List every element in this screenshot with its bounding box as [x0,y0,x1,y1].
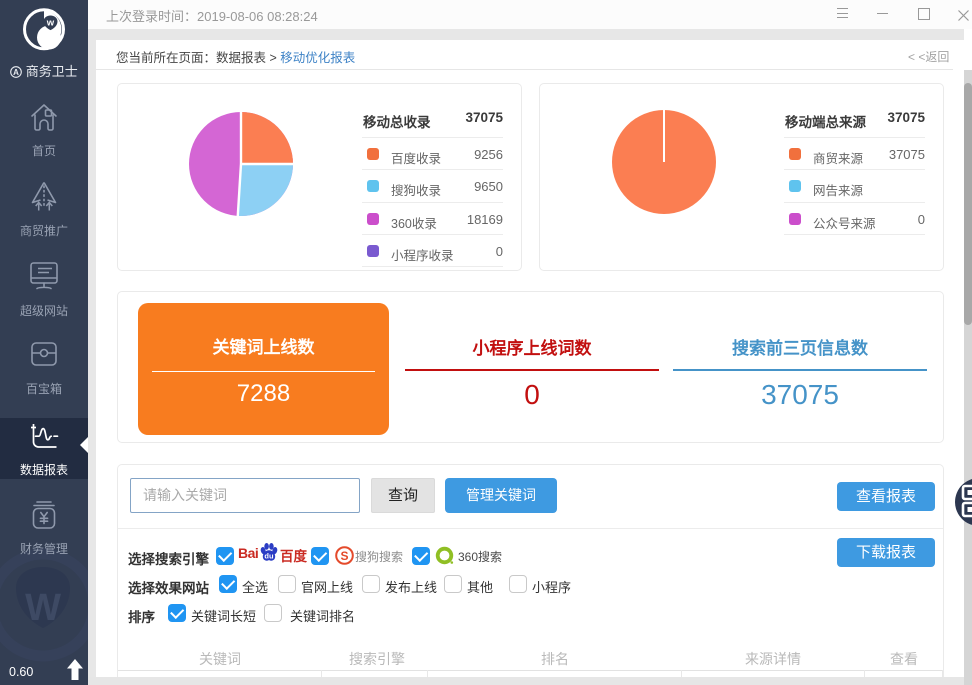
svg-text:W: W [25,587,61,629]
svg-text:w: w [46,18,55,29]
svg-text:S: S [340,549,348,563]
svg-text:du: du [264,552,274,561]
svg-text:A: A [13,68,19,77]
